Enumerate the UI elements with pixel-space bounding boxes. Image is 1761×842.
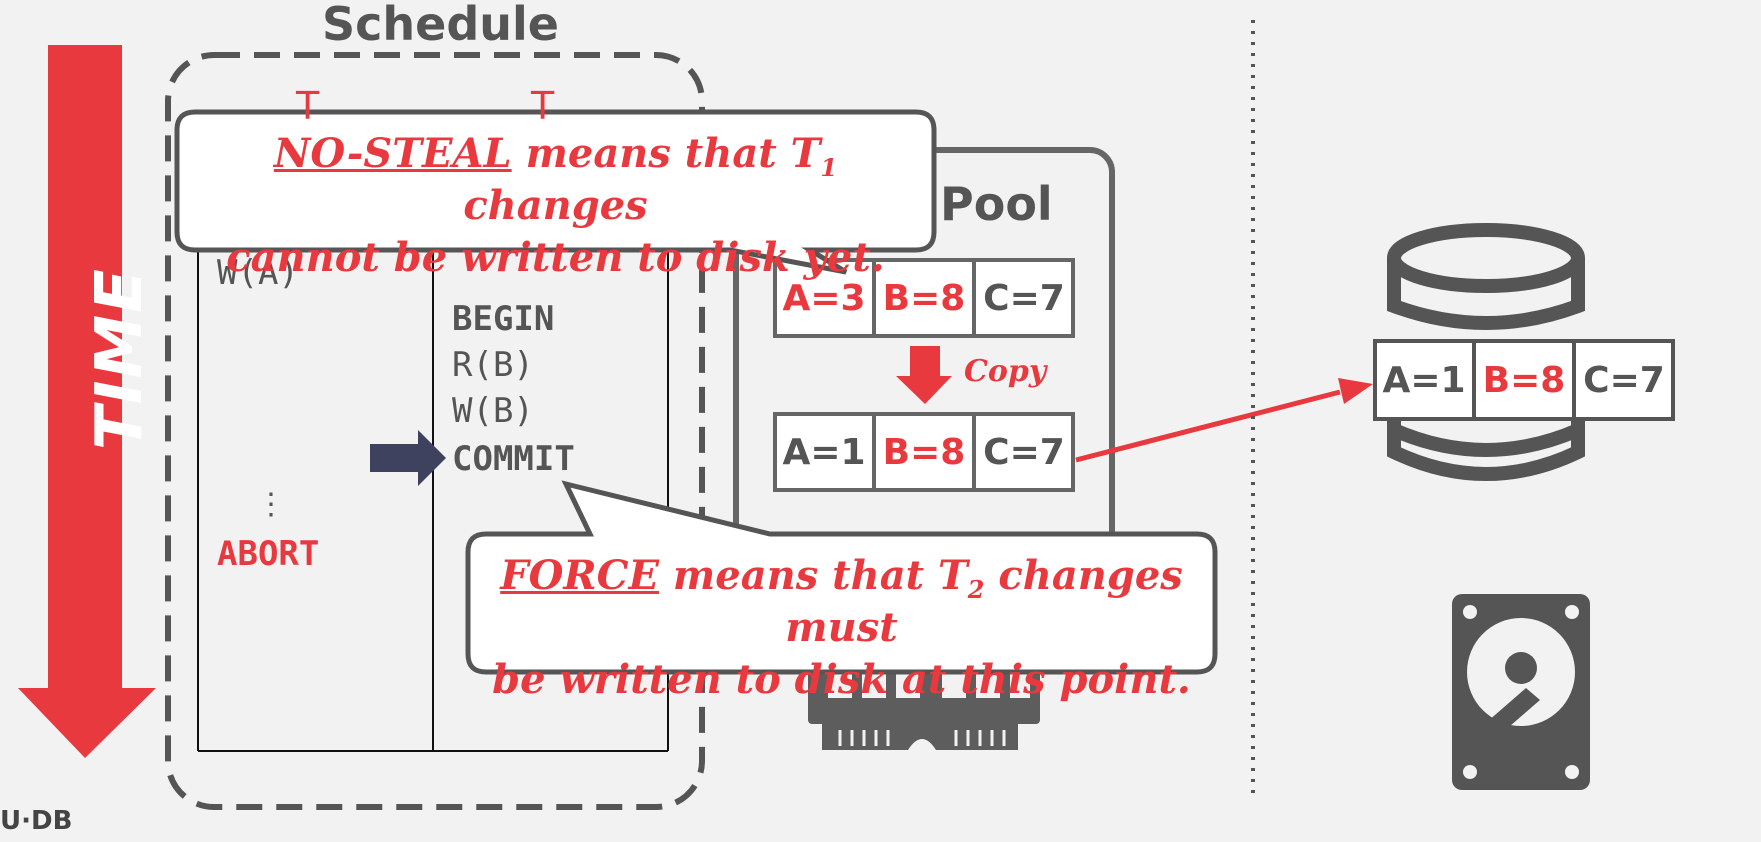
disk-cell-a: A=1 — [1382, 359, 1466, 401]
footer-logo: U·DB — [0, 806, 73, 836]
t2-begin: BEGIN — [452, 299, 555, 339]
force-pre-sub: means that T — [659, 552, 968, 599]
commit-pointer-arrow — [370, 430, 446, 486]
force-line-1: FORCE means that T2 changes must — [468, 550, 1215, 654]
force-term: FORCE — [500, 552, 659, 599]
no-steal-pre-sub: means that T — [511, 130, 821, 177]
disk-cell-b: B=8 — [1482, 359, 1566, 401]
t1-header: T — [296, 84, 320, 128]
t2-op-read-b: R(B) — [452, 345, 534, 385]
buffer-pool-title: Pool — [940, 177, 1053, 231]
copy-label: Copy — [964, 354, 1047, 389]
time-label: TIME — [83, 267, 157, 450]
t2-header: T — [531, 84, 555, 128]
no-steal-line-1: NO-STEAL means that T1 changes — [177, 128, 934, 232]
disk-write-arrow — [1075, 378, 1373, 463]
force-sub: 2 — [967, 575, 985, 604]
slide: TIME Schedule T T W(A) ⋮ ABORT BEGIN R(B… — [0, 0, 1761, 842]
pool-bottom-cell-b: B=8 — [882, 431, 966, 473]
no-steal-callout-text: NO-STEAL means that T1 changes cannot be… — [177, 128, 934, 284]
pool-top-cell-c: C=7 — [983, 277, 1065, 319]
hard-drive-icon — [1452, 594, 1590, 790]
pool-bottom-cell-c: C=7 — [983, 431, 1065, 473]
no-steal-post-sub: changes — [463, 182, 648, 229]
t2-commit: COMMIT — [452, 439, 575, 479]
force-line-2: be written to disk at this point. — [492, 656, 1191, 703]
pool-bottom-cell-a: A=1 — [782, 431, 866, 473]
force-callout-text: FORCE means that T2 changes must be writ… — [468, 550, 1215, 706]
disk-cell-c: C=7 — [1583, 359, 1665, 401]
no-steal-line-2: cannot be written to disk yet. — [226, 234, 885, 281]
no-steal-term: NO-STEAL — [273, 130, 512, 177]
t1-abort: ABORT — [217, 534, 320, 574]
pool-bottom-cells: A=1 B=8 C=7 — [775, 414, 1075, 490]
no-steal-sub: 1 — [820, 153, 838, 182]
t2-op-write-b: W(B) — [452, 391, 534, 431]
disk-cells: A=1 B=8 C=7 — [1375, 342, 1675, 418]
t1-ellipsis: ⋮ — [256, 487, 286, 522]
schedule-title: Schedule — [322, 0, 559, 51]
